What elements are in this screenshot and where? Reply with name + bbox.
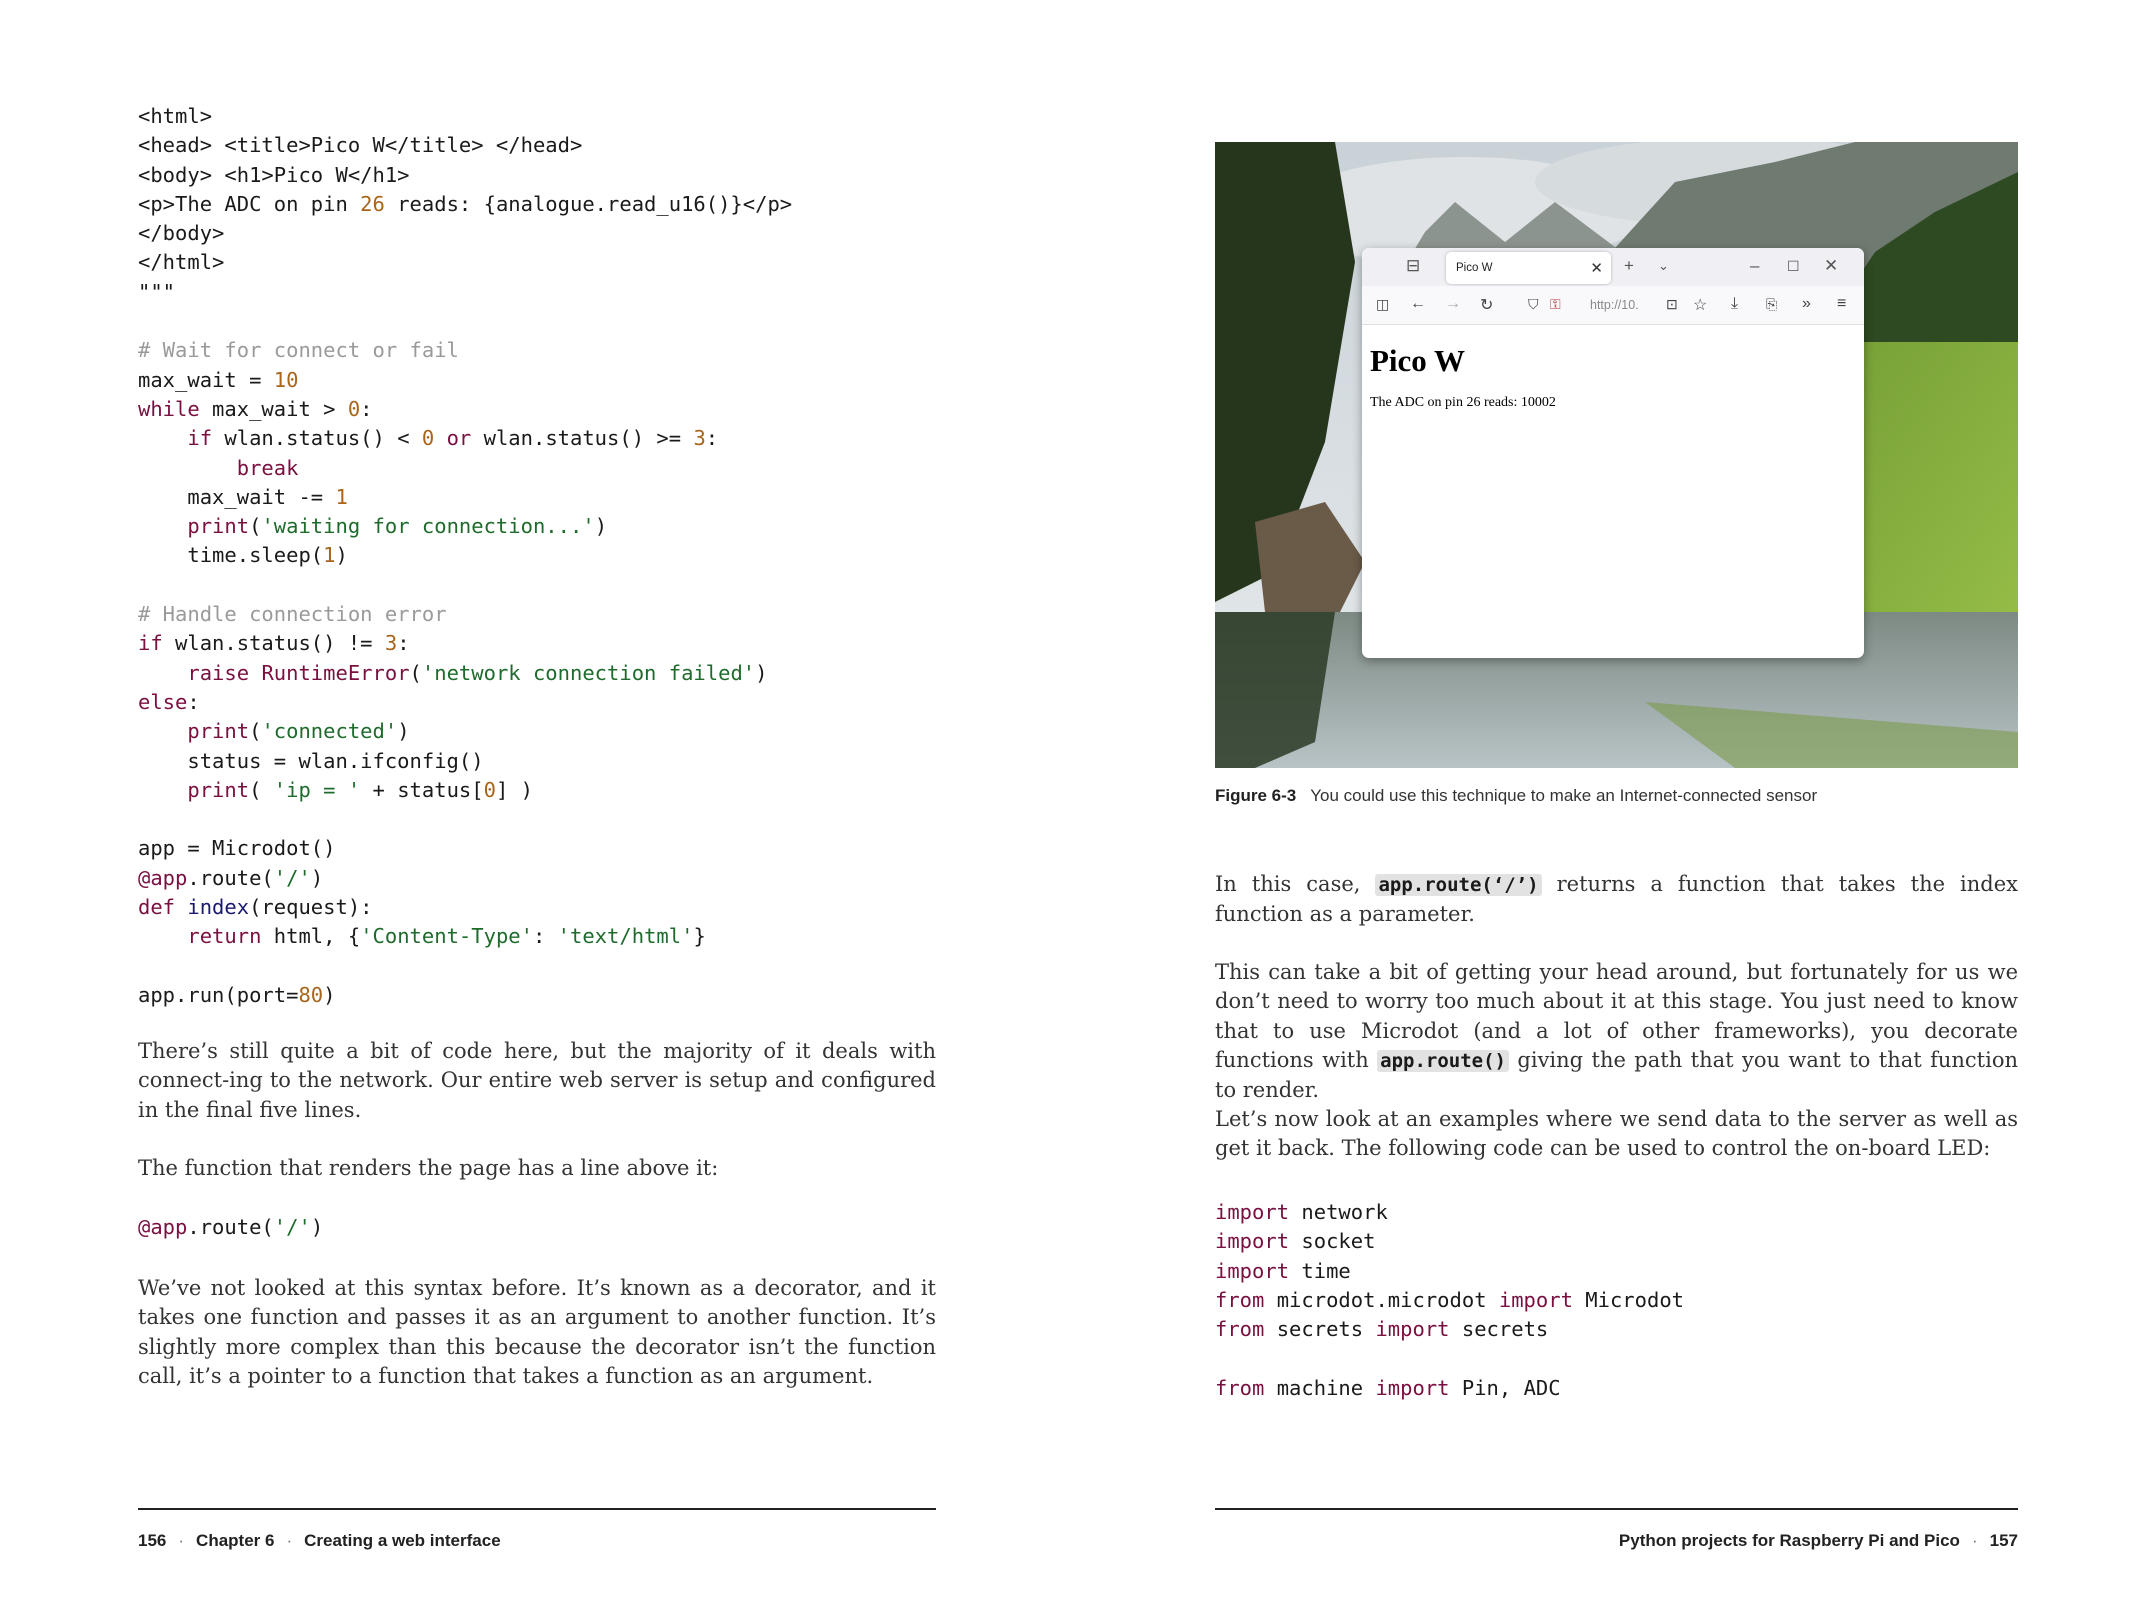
page-number: 157 [1989,1531,2018,1550]
shield-icon: ⛉ [1528,296,1539,312]
code-line: """ [138,279,176,304]
extensions-icon[interactable]: ⎘ [1766,296,1777,313]
code-line: import time [1215,1258,1351,1283]
code-line: while max_wait > 0: [138,396,373,421]
browser-nav-bar: ◫ ← → ↻ ⛉ ⚿ http://10. ⊡ ☆ ⤓ ⎘ » ≡ [1362,286,1864,325]
bookmark-star-icon[interactable]: ☆ [1693,295,1707,315]
tab-title: Pico W [1456,262,1493,274]
browser-tab-strip: ⊟ Pico W ✕ + ⌄ – ☐ ✕ [1362,248,1864,286]
new-tab-icon[interactable]: + [1624,256,1634,276]
code-line: app = Microdot() [138,836,336,861]
book-title: Python projects for Raspberry Pi and Pic… [1618,1531,1960,1550]
code-line: </body> [138,221,225,246]
figure-photo: ⊟ Pico W ✕ + ⌄ – ☐ ✕ ◫ ← → ↻ ⛉ ⚿ http://… [1215,142,2018,768]
overflow-chevron-icon[interactable]: » [1802,295,1811,313]
tab-list-icon[interactable]: ⊟ [1406,256,1420,276]
page-heading: Pico W [1370,343,1465,378]
paragraph: Let’s now look at an examples where we s… [1215,1107,2018,1161]
code-block: <html> <head> <title>Pico W</title> </he… [138,102,792,1010]
browser-tab[interactable]: Pico W ✕ [1446,252,1611,284]
url-field[interactable]: http://10. [1590,293,1660,317]
back-icon[interactable]: ← [1410,295,1426,313]
code-line: @app.route('/') [138,865,324,890]
paragraph: We’ve not looked at this syntax before. … [138,1276,936,1388]
paragraph: There’s still quite a bit of code here, … [138,1039,936,1122]
footer-rule [138,1508,936,1510]
minimize-icon[interactable]: – [1750,256,1759,276]
code-line: if wlan.status() < 0 or wlan.status() >=… [187,426,719,451]
menu-icon[interactable]: ≡ [1837,295,1846,313]
right-page: ⊟ Pico W ✕ + ⌄ – ☐ ✕ ◫ ← → ↻ ⛉ ⚿ http://… [1067,0,2134,1600]
code-line: <html> [138,104,213,128]
forward-icon[interactable]: → [1445,295,1461,313]
text-run: In this case, [1215,872,1376,896]
code-line: def index(request): [138,895,373,920]
code-line: from machine import Pin, ADC [1215,1375,1561,1400]
paragraph: This can take a bit of getting your head… [1215,958,2018,1105]
code-line: import network [1215,1200,1388,1224]
code-line: status = wlan.ifconfig() [138,748,484,773]
paragraph: In this case, app.route(‘/’) returns a f… [1215,870,2018,930]
download-icon[interactable]: ⤓ [1731,295,1738,313]
code-line: # Wait for connect or fail [138,338,459,363]
figure-caption: Figure 6-3 You could use this technique t… [1215,786,2018,806]
close-tab-icon[interactable]: ✕ [1590,259,1603,277]
page-footer: Python projects for Raspberry Pi and Pic… [1618,1531,2018,1550]
maximize-icon[interactable]: ☐ [1787,258,1800,275]
code-line: max_wait -= 1 [138,484,348,509]
page-number: 156 [138,1531,167,1550]
paragraph: The function that renders the page has a… [138,1156,719,1180]
chevron-down-icon[interactable]: ⌄ [1658,258,1669,274]
chapter-title: Creating a web interface [304,1531,501,1550]
code-line: <p>The ADC on pin 26 reads: {analogue.re… [138,191,793,216]
page-footer: 156 · Chapter 6 · Creating a web interface [138,1531,501,1550]
code-line: app.run(port=80) [138,982,336,1007]
code-line: # Handle connection error [138,602,447,627]
code-line: @app.route('/') [138,1215,324,1239]
code-line: print( 'ip = ' + status[0] ) [187,777,533,802]
code-line: time.sleep(1) [138,543,348,568]
code-line: print('connected') [187,719,410,744]
code-line: return html, {'Content-Type': 'text/html… [187,924,706,949]
code-block: import network import socket import time… [1215,1198,1684,1403]
page-body-text: The ADC on pin 26 reads: 10002 [1370,395,1556,410]
browser-content: Pico W The ADC on pin 26 reads: 10002 [1362,325,1864,419]
code-line: <body> <h1>Pico W</h1> [138,162,410,187]
reload-icon[interactable]: ↻ [1480,295,1493,315]
figure-label: Figure 6-3 [1215,786,1297,805]
code-line: else: [138,689,200,714]
caption-text: You could use this technique to make an … [1310,786,1818,805]
code-line: <head> <title>Pico W</title> </head> [138,133,583,158]
insecure-lock-icon[interactable]: ⚿ [1550,296,1561,313]
browser-window: ⊟ Pico W ✕ + ⌄ – ☐ ✕ ◫ ← → ↻ ⛉ ⚿ http://… [1362,248,1864,658]
inline-code: app.route() [1377,1049,1509,1072]
code-line: import socket [1215,1229,1376,1254]
code-line: break [236,455,299,480]
reader-view-icon[interactable]: ⊡ [1666,296,1678,313]
left-page: <html> <head> <title>Pico W</title> </he… [0,0,1067,1600]
code-block: @app.route('/') [138,1213,323,1242]
code-line: </html> [138,250,225,275]
code-line: from secrets import secrets [1215,1317,1549,1342]
code-line: print('waiting for connection...') [187,514,608,539]
code-line: max_wait = 10 [138,367,299,392]
close-window-icon[interactable]: ✕ [1824,256,1838,276]
sidebar-icon[interactable]: ◫ [1376,296,1389,313]
code-line: from microdot.microdot import Microdot [1215,1287,1685,1312]
chapter-label: Chapter 6 [196,1531,275,1550]
inline-code: app.route(‘/’) [1375,874,1542,896]
code-line: if wlan.status() != 3: [138,631,410,656]
code-line: raise RuntimeError('network connection f… [187,660,768,685]
footer-rule [1215,1508,2018,1510]
